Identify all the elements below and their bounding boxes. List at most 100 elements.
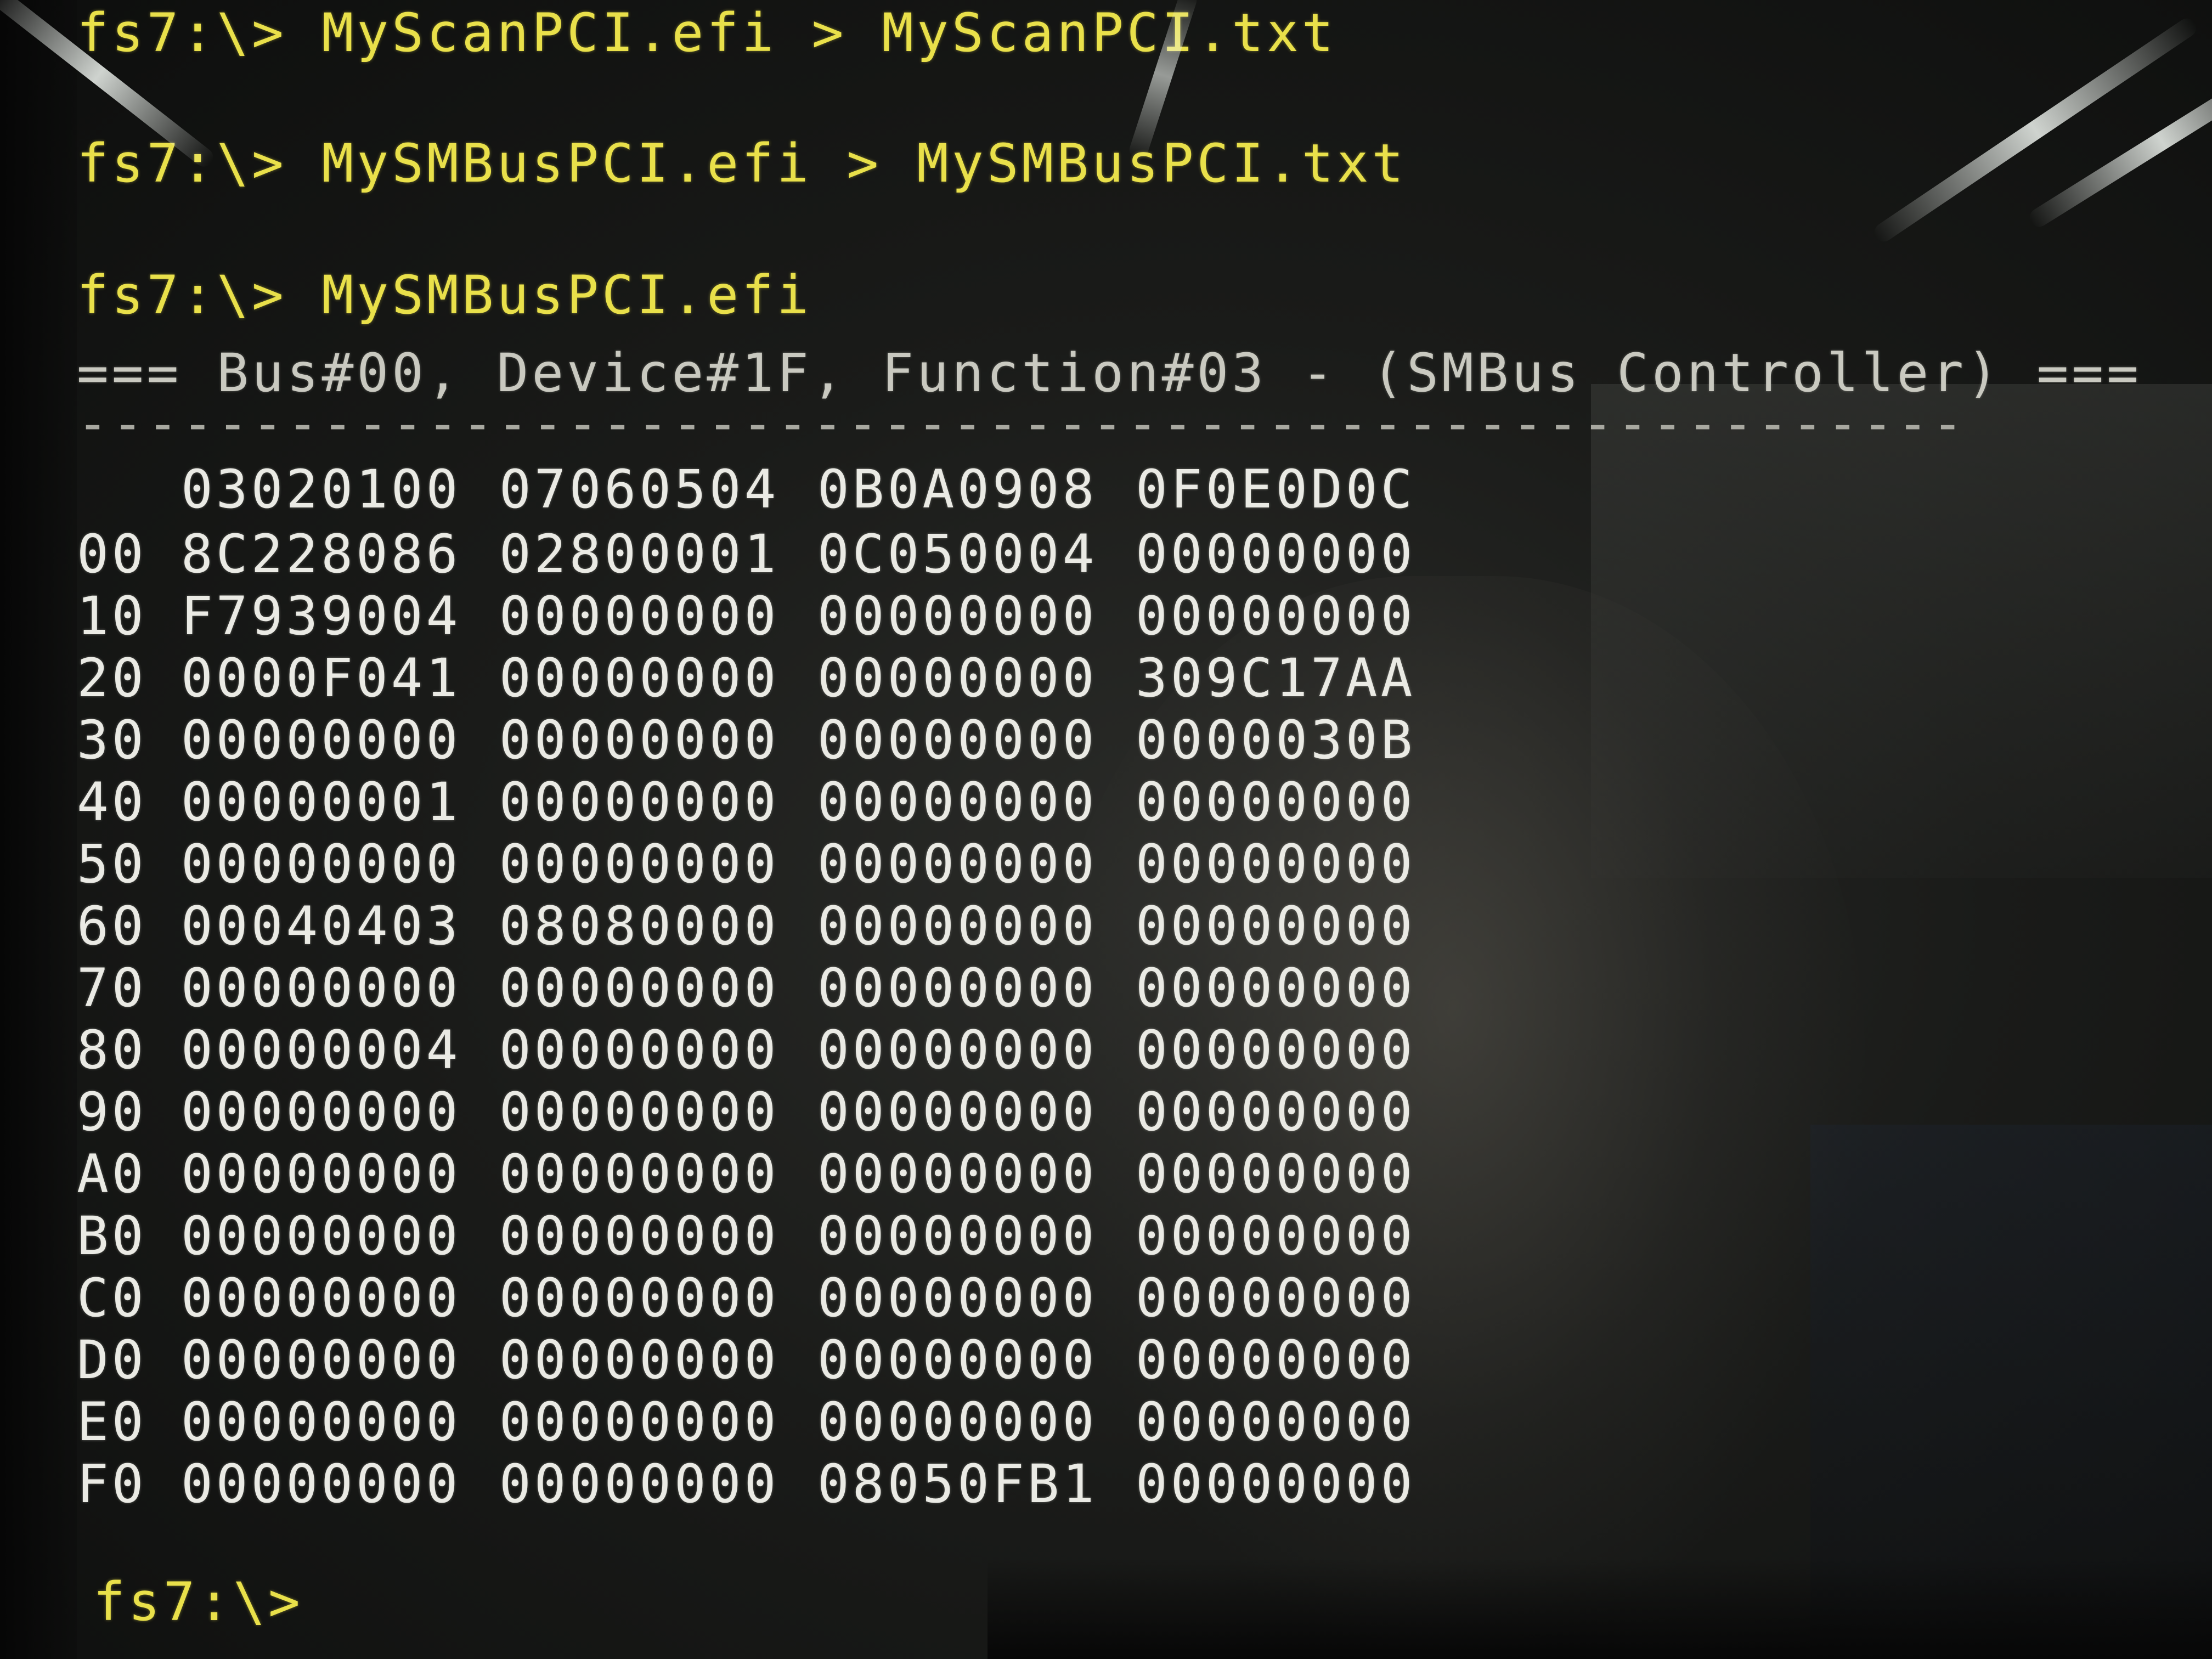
register-value: 00000000 (1136, 1205, 1416, 1267)
register-value: 00000000 (817, 1391, 1098, 1453)
row-offset: C0 (77, 1267, 147, 1329)
row-offset: 40 (77, 771, 147, 833)
row-offset: 30 (77, 709, 147, 771)
row-offset: 80 (77, 1019, 147, 1081)
column-header-cell: 03020100 (181, 459, 461, 520)
register-value: 309C17AA (1136, 647, 1416, 709)
shell-prompt[interactable]: fs7:\> (93, 1575, 325, 1629)
column-header-cell: 07060504 (499, 459, 780, 520)
register-value: 00000000 (1136, 833, 1416, 895)
register-value: 00000000 (181, 1267, 461, 1329)
row-offset: 60 (77, 895, 147, 957)
register-row: 70 00000000 00000000 00000000 00000000 (77, 958, 1454, 1020)
prompt-text: fs7:\> (93, 1571, 303, 1633)
register-value: 00000000 (1136, 1453, 1416, 1515)
register-value: 00000000 (181, 1205, 461, 1267)
register-value: 00000000 (181, 833, 461, 895)
monitor-photo: fs7:\> MyScanPCI.efi > MyScanPCI.txt fs7… (0, 0, 2212, 1659)
row-offset: 10 (77, 585, 147, 647)
command-line: fs7:\> MySMBusPCI.efi (77, 264, 812, 326)
register-row: 20 0000F041 00000000 00000000 309C17AA (77, 648, 1454, 710)
register-value: 00000000 (1136, 957, 1416, 1019)
register-value: 00000004 (181, 1019, 461, 1081)
register-value: 00000000 (499, 957, 780, 1019)
register-row: 10 F7939004 00000000 00000000 00000000 (77, 586, 1454, 648)
register-value: 02800001 (499, 523, 780, 585)
register-value: 00000000 (181, 1391, 461, 1453)
uefi-shell-terminal[interactable]: fs7:\> MyScanPCI.efi > MyScanPCI.txt fs7… (77, 0, 2172, 1659)
register-row: A0 00000000 00000000 00000000 00000000 (77, 1144, 1454, 1206)
register-row: 90 00000000 00000000 00000000 00000000 (77, 1082, 1454, 1144)
row-offset: 00 (77, 523, 147, 585)
register-value: 00000000 (817, 1143, 1098, 1205)
register-row: 50 00000000 00000000 00000000 00000000 (77, 834, 1454, 896)
register-value: 08080000 (499, 895, 780, 957)
separator-line: ----------------------------------------… (77, 393, 1967, 454)
row-offset: F0 (77, 1453, 147, 1515)
command-line: fs7:\> MyScanPCI.efi > MyScanPCI.txt (77, 2, 1337, 64)
register-value: 00000000 (817, 709, 1098, 771)
column-header-cell: 0F0E0D0C (1136, 459, 1416, 520)
monitor-bezel-left (0, 0, 77, 1659)
register-row: 00 8C228086 02800001 0C050004 00000000 (77, 524, 1454, 586)
register-value: 00000000 (1136, 1081, 1416, 1143)
register-row: E0 00000000 00000000 00000000 00000000 (77, 1392, 1454, 1454)
register-value: 00000000 (181, 1329, 461, 1391)
row-offset: 50 (77, 833, 147, 895)
row-offset: 70 (77, 957, 147, 1019)
column-header: 03020100 07060504 0B0A0908 0F0E0D0C (77, 462, 1454, 517)
command-line: fs7:\> MySMBusPCI.efi > MySMBusPCI.txt (77, 133, 1407, 194)
register-value: F7939004 (181, 585, 461, 647)
register-value: 00000000 (181, 1143, 461, 1205)
register-value: 0000F041 (181, 647, 461, 709)
register-value: 00000000 (499, 585, 780, 647)
register-value: 00000001 (181, 771, 461, 833)
row-offset: 90 (77, 1081, 147, 1143)
register-value: 0C050004 (817, 523, 1098, 585)
register-value: 8C228086 (181, 523, 461, 585)
device-title: === Bus#00, Device#1F, Function#03 - (SM… (77, 342, 2142, 404)
row-offset: B0 (77, 1205, 147, 1267)
row-offset: A0 (77, 1143, 147, 1205)
row-offset: E0 (77, 1391, 147, 1453)
register-value: 00000000 (181, 709, 461, 771)
register-row: 80 00000004 00000000 00000000 00000000 (77, 1020, 1454, 1082)
register-value: 00000000 (499, 1453, 780, 1515)
register-row: F0 00000000 00000000 08050FB1 00000000 (77, 1454, 1454, 1516)
register-row: C0 00000000 00000000 00000000 00000000 (77, 1268, 1454, 1330)
register-value: 00000000 (499, 1081, 780, 1143)
register-value: 00000000 (1136, 1267, 1416, 1329)
register-row: D0 00000000 00000000 00000000 00000000 (77, 1330, 1454, 1392)
column-header-cell: 0B0A0908 (817, 459, 1098, 520)
register-value: 00000000 (1136, 1019, 1416, 1081)
register-value: 00000000 (499, 647, 780, 709)
register-value: 00000000 (499, 1143, 780, 1205)
register-row: 60 00040403 08080000 00000000 00000000 (77, 896, 1454, 958)
register-value: 00000000 (1136, 1143, 1416, 1205)
register-value: 00000000 (499, 833, 780, 895)
register-value: 00000000 (499, 1267, 780, 1329)
register-value: 08050FB1 (817, 1453, 1098, 1515)
register-value: 00000000 (817, 1205, 1098, 1267)
register-value: 00000000 (499, 1019, 780, 1081)
register-value: 00000000 (817, 1081, 1098, 1143)
register-value: 00040403 (181, 895, 461, 957)
register-value: 00000000 (499, 1391, 780, 1453)
register-value: 00000000 (817, 833, 1098, 895)
register-value: 00000000 (1136, 1329, 1416, 1391)
register-row: 30 00000000 00000000 00000000 0000030B (77, 710, 1454, 772)
register-value: 00000000 (181, 1081, 461, 1143)
register-value: 00000000 (181, 1453, 461, 1515)
register-value: 00000000 (499, 1329, 780, 1391)
register-value: 00000000 (1136, 771, 1416, 833)
register-row: B0 00000000 00000000 00000000 00000000 (77, 1206, 1454, 1268)
register-value: 00000000 (817, 895, 1098, 957)
register-value: 00000000 (817, 1329, 1098, 1391)
register-value: 00000000 (499, 709, 780, 771)
register-value: 00000000 (817, 771, 1098, 833)
register-value: 00000000 (1136, 1391, 1416, 1453)
register-value: 00000000 (817, 647, 1098, 709)
register-value: 00000000 (181, 957, 461, 1019)
register-value: 00000000 (817, 1019, 1098, 1081)
register-value: 00000000 (1136, 523, 1416, 585)
